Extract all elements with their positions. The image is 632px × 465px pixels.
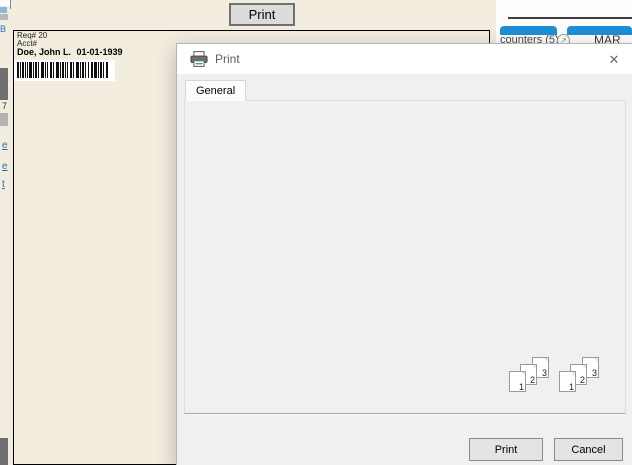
top-nav-divider: [508, 17, 632, 19]
dialog-title: Print: [215, 52, 240, 66]
printer-icon: [190, 51, 208, 67]
barcode-image: [17, 62, 109, 78]
left-edge-text-fragment: B: [0, 24, 6, 34]
dialog-titlebar[interactable]: [177, 44, 632, 74]
left-edge-scrollbar-fragment: [0, 68, 8, 100]
dialog-print-button[interactable]: Print: [469, 438, 543, 461]
collate-page: 1: [559, 371, 576, 392]
print-dialog: Print ✕ General Select Printer Fax: [176, 43, 632, 465]
tab-general[interactable]: General: [185, 80, 246, 101]
screen: B 7 e e t Req# 20 Acct# Doe, John L. 01-…: [0, 0, 632, 465]
barcode-background: [14, 60, 115, 81]
left-edge-fragment: [0, 113, 8, 126]
left-edge-divider: [10, 0, 11, 9]
left-edge-link-fragment[interactable]: e: [2, 140, 8, 151]
left-edge-fragment: [0, 7, 7, 13]
left-edge-link-fragment[interactable]: t: [2, 179, 5, 190]
collate-page: 1: [509, 371, 526, 392]
label-patient-dob: 01-01-1939: [77, 47, 123, 57]
tab-page-general: [184, 100, 626, 414]
left-edge-fragment: [0, 14, 8, 20]
label-patient-name: Doe, John L.: [17, 47, 71, 57]
close-icon[interactable]: ✕: [605, 51, 623, 69]
app-print-button[interactable]: Print: [229, 3, 295, 26]
label-patient-line: Doe, John L. 01-01-1939: [17, 47, 123, 57]
left-edge-scrollbar-fragment: [0, 438, 8, 465]
left-edge-text-fragment: 7: [2, 101, 7, 111]
left-edge-link-fragment[interactable]: e: [2, 161, 8, 172]
dialog-cancel-button[interactable]: Cancel: [554, 438, 623, 461]
